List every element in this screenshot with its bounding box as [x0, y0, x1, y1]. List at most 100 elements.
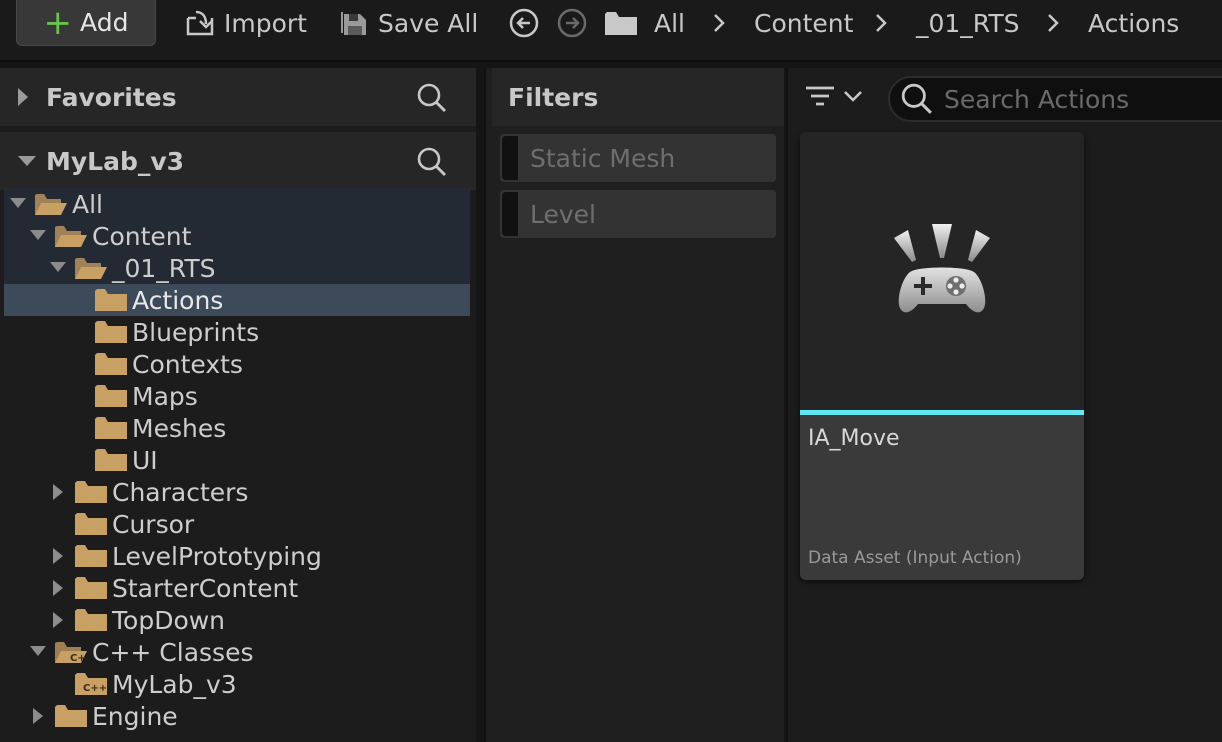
triangle-down-icon — [18, 156, 36, 166]
filter-static-mesh[interactable]: Static Mesh — [500, 134, 776, 182]
toolbar: + Add Import Save All All Content _01_RT… — [0, 0, 1222, 62]
tree-item-label: Contexts — [132, 349, 243, 379]
triangle-right-icon[interactable] — [48, 483, 68, 501]
import-icon — [186, 10, 214, 36]
search-input[interactable] — [944, 84, 1214, 114]
filters-panel: Filters Static Mesh Level — [484, 68, 784, 742]
import-button[interactable]: Import — [184, 0, 307, 46]
filter-dropdown-button[interactable] — [804, 82, 864, 110]
folder-icon — [75, 609, 107, 631]
tree-item-c-classes[interactable]: C++ C++ Classes — [4, 636, 470, 668]
tree-item-label: Actions — [132, 285, 224, 315]
tree-item-label: _01_RTS — [112, 253, 216, 283]
filter-toggle[interactable] — [502, 136, 518, 180]
project-header[interactable]: MyLab_v3 — [0, 132, 476, 190]
filters-title: Filters — [508, 82, 599, 112]
folder-open-icon — [35, 194, 67, 215]
add-button-label: Add — [80, 8, 129, 37]
tree-item-content[interactable]: Content — [4, 220, 470, 252]
tree-item-characters[interactable]: Characters — [4, 476, 470, 508]
filter-label: Static Mesh — [530, 143, 676, 173]
search-icon[interactable] — [416, 82, 448, 114]
breadcrumb-folder-icon-button[interactable] — [604, 0, 638, 46]
cpp-folder-icon: C++ — [75, 673, 107, 695]
folder-icon — [605, 12, 637, 35]
tree-item-01-rts[interactable]: _01_RTS — [4, 252, 470, 284]
breadcrumb-item-01-rts[interactable]: _01_RTS — [916, 0, 1020, 46]
tree-item-startercontent[interactable]: StarterContent — [4, 572, 470, 604]
asset-name: IA_Move — [808, 426, 900, 451]
triangle-down-icon[interactable] — [48, 259, 68, 277]
tree-item-all[interactable]: All — [4, 188, 470, 220]
triangle-right-icon[interactable] — [48, 547, 68, 565]
tree-item-label: MyLab_v3 — [112, 669, 237, 699]
project-label: MyLab_v3 — [46, 146, 185, 176]
filter-toggle[interactable] — [502, 192, 518, 236]
save-all-button[interactable]: Save All — [340, 0, 478, 46]
chevron-right-icon — [1046, 0, 1060, 46]
triangle-down-icon[interactable] — [8, 195, 28, 213]
folder-icon — [95, 417, 127, 439]
tree-item-mylab-v3[interactable]: C++ MyLab_v3 — [4, 668, 470, 700]
plus-icon: + — [43, 2, 73, 43]
tree-item-actions[interactable]: Actions — [4, 284, 470, 316]
breadcrumb-item-actions[interactable]: Actions — [1088, 0, 1179, 46]
tree-item-levelprototyping[interactable]: LevelPrototyping — [4, 540, 470, 572]
back-button[interactable] — [508, 0, 540, 46]
favorites-header[interactable]: Favorites — [0, 68, 476, 126]
svg-text:C++: C++ — [70, 653, 88, 664]
folder-icon — [95, 385, 127, 407]
tree-item-blueprints[interactable]: Blueprints — [4, 316, 470, 348]
triangle-right-icon[interactable] — [48, 611, 68, 629]
tree-item-label: All — [72, 189, 103, 219]
folder-icon — [95, 353, 127, 375]
asset-type-color-bar — [800, 410, 1084, 415]
chevron-down-icon — [844, 91, 862, 102]
svg-text:C++: C++ — [83, 683, 107, 694]
triangle-down-icon[interactable] — [28, 643, 48, 661]
tree-item-label: UI — [132, 445, 158, 475]
tree-item-label: Maps — [132, 381, 198, 411]
sources-panel: Favorites MyLab_v3 All Content _01_RTS Acti… — [0, 68, 476, 742]
add-button[interactable]: + Add — [16, 0, 156, 46]
asset-thumbnail — [800, 132, 1084, 410]
asset-tile[interactable]: IA_Move Data Asset (Input Action) — [800, 132, 1084, 580]
asset-type: Data Asset (Input Action) — [808, 548, 1022, 568]
tree-item-topdown[interactable]: TopDown — [4, 604, 470, 636]
gamepad-icon — [894, 224, 990, 313]
tree-item-engine[interactable]: Engine — [4, 700, 470, 732]
chevron-right-icon — [874, 0, 888, 46]
folder-icon — [75, 545, 107, 567]
tree-item-ui[interactable]: UI — [4, 444, 470, 476]
tree-item-label: TopDown — [112, 605, 226, 635]
triangle-right-icon[interactable] — [28, 707, 48, 725]
tree-item-label: C++ Classes — [92, 637, 254, 667]
tree-item-meshes[interactable]: Meshes — [4, 412, 470, 444]
folder-tree: All Content _01_RTS Actions Blueprints Contex… — [4, 188, 470, 742]
triangle-right-icon[interactable] — [48, 579, 68, 597]
tree-item-label: Engine — [92, 701, 178, 731]
folder-icon — [75, 513, 107, 535]
arrow-right-circle-icon — [557, 8, 587, 38]
folder-icon — [95, 289, 127, 311]
save-all-button-label: Save All — [378, 8, 479, 38]
breadcrumb-item-all[interactable]: All — [654, 0, 685, 46]
breadcrumb-item-content[interactable]: Content — [754, 0, 853, 46]
triangle-right-icon — [18, 88, 28, 106]
search-icon — [901, 83, 932, 114]
search-icon[interactable] — [416, 146, 448, 178]
tree-item-contexts[interactable]: Contexts — [4, 348, 470, 380]
tree-item-label: Cursor — [112, 509, 195, 539]
tree-item-maps[interactable]: Maps — [4, 380, 470, 412]
filter-level[interactable]: Level — [500, 190, 776, 238]
forward-button[interactable] — [556, 0, 588, 46]
tree-item-label: Meshes — [132, 413, 227, 443]
tree-item-cursor[interactable]: Cursor — [4, 508, 470, 540]
filter-icon — [806, 86, 834, 106]
triangle-down-icon[interactable] — [28, 227, 48, 245]
folder-icon — [75, 577, 107, 599]
search-box — [888, 76, 1222, 122]
favorites-label: Favorites — [46, 82, 177, 112]
folder-icon — [75, 481, 107, 503]
assets-panel: IA_Move Data Asset (Input Action) — [786, 68, 1222, 742]
